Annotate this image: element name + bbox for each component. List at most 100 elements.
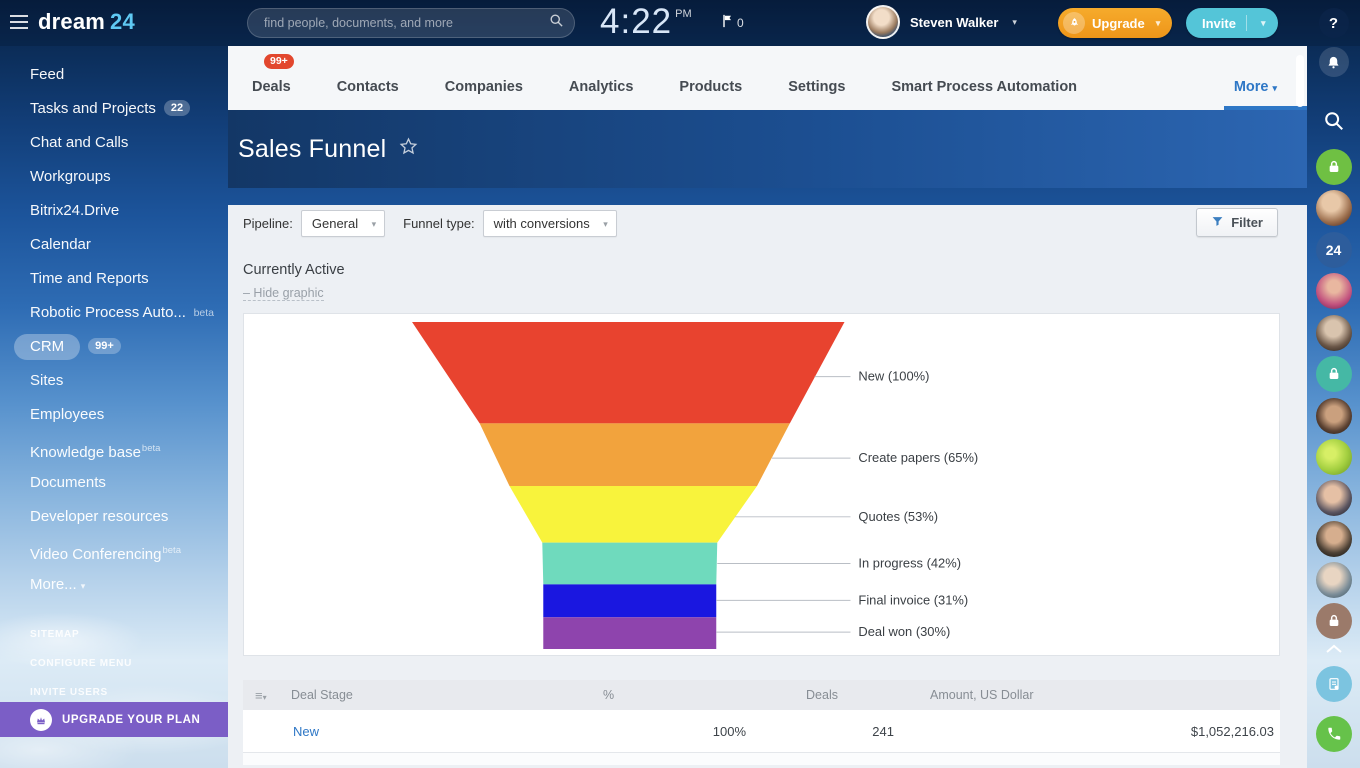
- configure-menu-link[interactable]: CONFIGURE MENU: [0, 649, 228, 678]
- funnel-label-quotes: Quotes (53%): [858, 509, 938, 524]
- funnel-stage-in-progress[interactable]: [542, 543, 717, 585]
- tab-deals[interactable]: 99+Deals: [252, 70, 291, 110]
- upgrade-plan-banner[interactable]: UPGRADE YOUR PLAN: [0, 702, 228, 737]
- app-logo[interactable]: dream24: [38, 9, 135, 35]
- beta-tag: beta: [162, 545, 181, 556]
- sidebar-item-video-conferencing[interactable]: Video Conferencingbeta: [0, 534, 228, 568]
- chat-avatar[interactable]: [1316, 562, 1352, 598]
- sidebar-item-chat[interactable]: Chat and Calls: [0, 126, 228, 160]
- sidebar-item-developer-resources[interactable]: Developer resources: [0, 500, 228, 534]
- page-title-band: Sales Funnel: [228, 110, 1307, 188]
- tab-smart-process-automation[interactable]: Smart Process Automation: [891, 70, 1077, 110]
- lock-icon[interactable]: [1316, 149, 1352, 185]
- sidebar-item-drive[interactable]: Bitrix24.Drive: [0, 194, 228, 228]
- crown-icon: [30, 709, 52, 731]
- flag-counter[interactable]: 0: [722, 14, 744, 31]
- col-deal-stage: Deal Stage: [277, 688, 513, 702]
- funnel-label-deal-won: Deal won (30%): [858, 624, 950, 639]
- chat-avatar[interactable]: [1316, 190, 1352, 226]
- beta-tag: beta: [142, 443, 161, 454]
- tab-companies[interactable]: Companies: [445, 70, 523, 110]
- filter-button[interactable]: Filter: [1196, 208, 1278, 237]
- funnel-stage-deal-won[interactable]: [543, 617, 716, 649]
- chat-avatar[interactable]: [1316, 480, 1352, 516]
- tasks-count-badge: 22: [164, 100, 190, 116]
- chat-avatar[interactable]: [1316, 521, 1352, 557]
- pipeline-select[interactable]: General▾: [301, 210, 385, 237]
- sidebar-item-crm[interactable]: CRM99+: [0, 330, 228, 364]
- sidebar-item-feed[interactable]: Feed: [0, 58, 228, 92]
- funnel-stage-create-papers[interactable]: [480, 423, 790, 486]
- deals-count-badge: 99+: [264, 54, 294, 69]
- search-input[interactable]: [264, 16, 549, 30]
- invite-button[interactable]: Invite ▾: [1186, 8, 1278, 38]
- funnel-chart-panel: New (100%) Create papers (65%) Quotes (5…: [243, 313, 1280, 656]
- page-title: Sales Funnel: [238, 135, 419, 164]
- stage-link-new[interactable]: New: [293, 724, 319, 739]
- funnel-label-new: New (100%): [858, 369, 929, 384]
- search-icon[interactable]: [549, 13, 564, 33]
- sidebar-item-calendar[interactable]: Calendar: [0, 228, 228, 262]
- user-menu[interactable]: Steven Walker ▾: [866, 5, 1017, 39]
- section-heading: Currently Active: [243, 262, 1280, 278]
- funnel-label-in-progress: In progress (42%): [858, 556, 961, 571]
- sidebar-item-employees[interactable]: Employees: [0, 398, 228, 432]
- chat-avatar[interactable]: [1316, 439, 1352, 475]
- crm-active-pill: CRM: [14, 334, 80, 360]
- lock-icon[interactable]: [1316, 356, 1352, 392]
- tab-more[interactable]: More▾: [1224, 70, 1307, 110]
- user-avatar: [866, 5, 900, 39]
- chevron-down-icon: ▾: [1272, 83, 1277, 93]
- tab-settings[interactable]: Settings: [788, 70, 845, 110]
- chat-avatar[interactable]: [1316, 315, 1352, 351]
- bitrix24-badge[interactable]: 24: [1316, 232, 1352, 268]
- favorite-star-icon[interactable]: [398, 135, 419, 164]
- panel-search-icon[interactable]: [1321, 108, 1347, 134]
- table-header-row: ≡▾ Deal Stage % Deals Amount, US Dollar: [243, 680, 1280, 710]
- hamburger-menu-icon[interactable]: [10, 15, 28, 29]
- sidebar-item-more[interactable]: More...▾: [0, 568, 228, 602]
- col-percent: %: [513, 688, 748, 702]
- clock[interactable]: 4:22 PM: [600, 2, 692, 42]
- hide-graphic-link[interactable]: – Hide graphic: [243, 286, 324, 301]
- upgrade-button[interactable]: Upgrade ▾: [1058, 8, 1172, 38]
- tab-contacts[interactable]: Contacts: [337, 70, 399, 110]
- funnel-type-select[interactable]: with conversions▾: [483, 210, 617, 237]
- tab-analytics[interactable]: Analytics: [569, 70, 633, 110]
- notifications-bell-icon[interactable]: [1319, 47, 1349, 77]
- sidebar-item-documents[interactable]: Documents: [0, 466, 228, 500]
- table-menu-icon[interactable]: ≡▾: [243, 688, 277, 703]
- beta-tag: beta: [194, 296, 214, 330]
- sidebar-item-workgroups[interactable]: Workgroups: [0, 160, 228, 194]
- funnel-stage-quotes[interactable]: [509, 486, 757, 543]
- sidebar-item-rpa[interactable]: Robotic Process Auto...beta: [0, 296, 228, 330]
- funnel-stage-new[interactable]: [412, 322, 844, 423]
- sidebar-item-sites[interactable]: Sites: [0, 364, 228, 398]
- sidebar-item-knowledge-base[interactable]: Knowledge basebeta: [0, 432, 228, 466]
- help-button[interactable]: ?: [1319, 8, 1349, 38]
- tab-products[interactable]: Products: [679, 70, 742, 110]
- phone-icon[interactable]: [1316, 716, 1352, 752]
- crm-nav-bar: 99+Deals Contacts Companies Analytics Pr…: [228, 46, 1307, 110]
- col-deals: Deals: [748, 688, 896, 702]
- chevron-down-icon: ▾: [1261, 18, 1266, 29]
- sidebar-item-tasks[interactable]: Tasks and Projects22: [0, 92, 228, 126]
- chat-avatar[interactable]: [1316, 273, 1352, 309]
- cell-amount: $1,052,216.03: [896, 724, 1280, 739]
- global-search[interactable]: [247, 8, 575, 38]
- cell-deals: 241: [748, 724, 896, 739]
- lock-icon[interactable]: [1316, 603, 1352, 639]
- filter-bar: Pipeline: General▾ Funnel type: with con…: [243, 205, 1280, 241]
- document-panel-icon[interactable]: [1316, 666, 1352, 702]
- chat-avatar[interactable]: [1316, 398, 1352, 434]
- left-sidebar: Feed Tasks and Projects22 Chat and Calls…: [0, 46, 228, 768]
- content-area: Pipeline: General▾ Funnel type: with con…: [228, 205, 1307, 768]
- sitemap-link[interactable]: SITEMAP: [0, 620, 228, 649]
- sidebar-item-time-reports[interactable]: Time and Reports: [0, 262, 228, 296]
- pipeline-label: Pipeline:: [243, 216, 293, 231]
- funnel-stage-final-invoice[interactable]: [543, 584, 716, 617]
- deal-stage-table: ≡▾ Deal Stage % Deals Amount, US Dollar …: [243, 680, 1280, 765]
- collapse-chevron-icon[interactable]: [1324, 642, 1344, 654]
- rocket-icon: [1063, 12, 1085, 34]
- vertical-scrollbar[interactable]: [1296, 55, 1304, 107]
